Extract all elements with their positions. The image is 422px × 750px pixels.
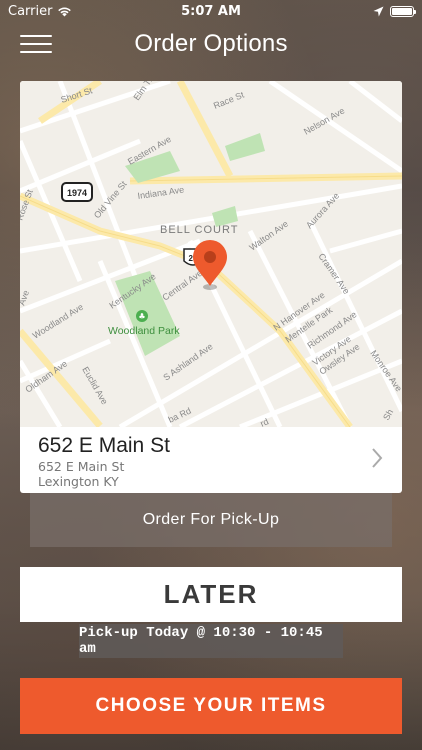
battery-fill [392,7,412,15]
navigation-bar: Order Options [0,22,422,66]
battery-icon [390,5,416,17]
chevron-right-icon [372,448,383,468]
hamburger-icon[interactable] [20,35,52,53]
park-label: Woodland Park [108,325,180,337]
status-time: 5:07 AM [181,3,241,19]
carrier-info: Carrier [8,4,72,19]
location-row[interactable]: 652 E Main St 652 E Main St Lexington KY [20,427,402,493]
address-line1: 652 E Main St [38,459,125,474]
neighborhood-label: BELL COURT [160,224,238,236]
location-arrow-icon [373,6,384,16]
later-button[interactable]: LATER [20,567,402,622]
page-title: Order Options [134,30,288,57]
wifi-icon [58,7,72,16]
location-name: 652 E Main St [38,434,170,457]
map-view[interactable]: ♣ Woodland Park BELL COURT 1974 25 Short… [20,81,402,430]
order-for-pickup-button[interactable]: Order For Pick-Up [30,493,392,547]
location-card: ♣ Woodland Park BELL COURT 1974 25 Short… [20,81,402,493]
svg-text:♣: ♣ [138,312,145,321]
status-bar: Carrier 5:07 AM [0,0,422,22]
map-canvas: ♣ Woodland Park BELL COURT 1974 25 Short… [20,81,402,430]
address-line2: Lexington KY [38,474,119,489]
status-right [373,5,416,17]
route-shield-number: 1974 [67,188,87,198]
pickup-time-label: Pick-up Today @ 10:30 - 10:45 am [79,624,343,658]
carrier-label: Carrier [8,3,53,19]
choose-your-items-button[interactable]: CHOOSE YOUR ITEMS [20,678,402,734]
route-shield-icon: 1974 [61,182,93,202]
